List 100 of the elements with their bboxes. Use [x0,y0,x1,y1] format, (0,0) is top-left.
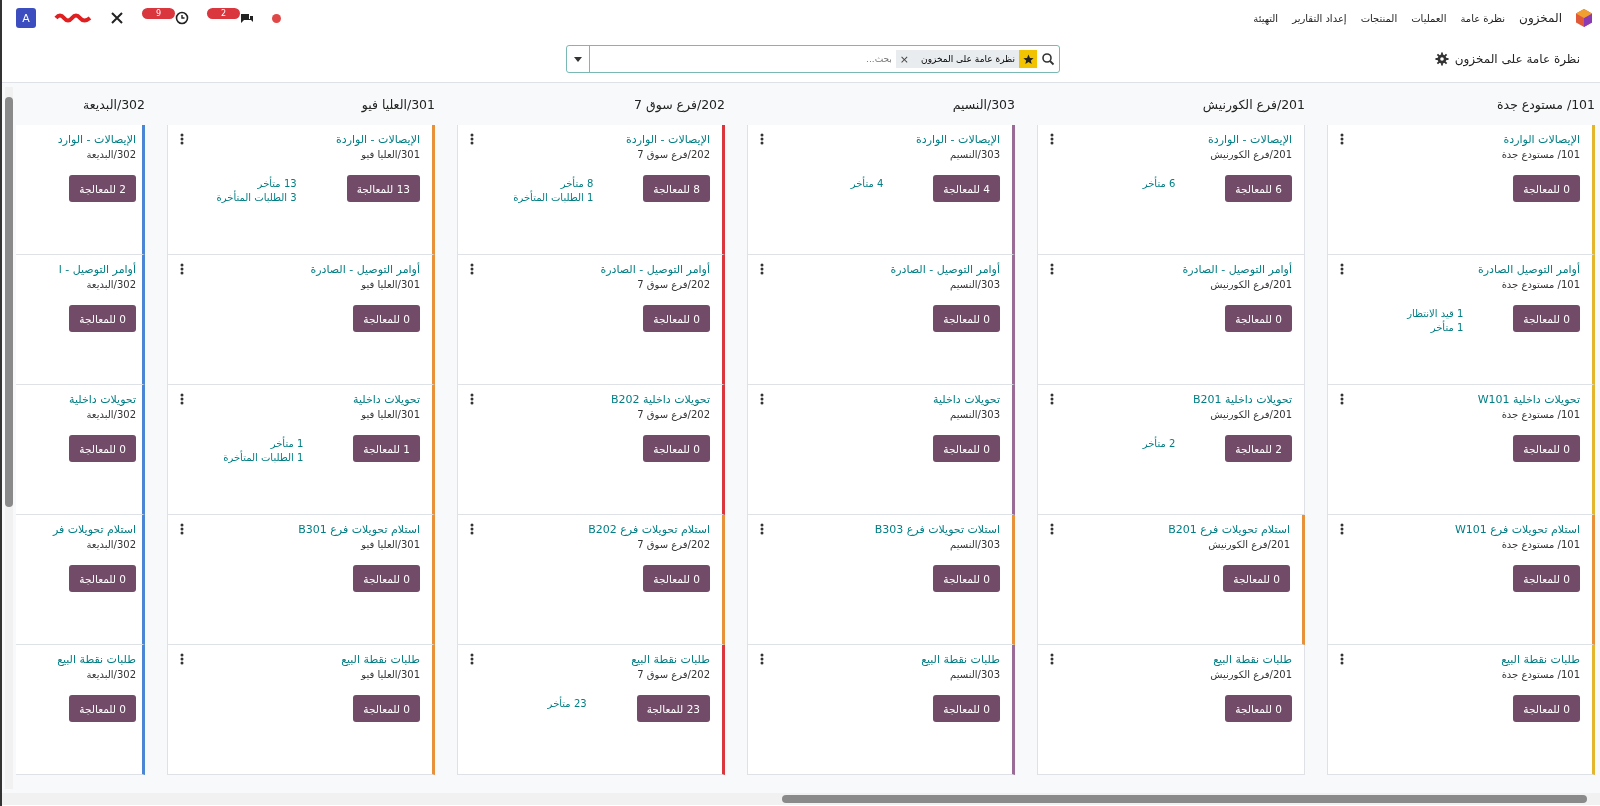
operation-title[interactable]: طلبات نقطة البيع [631,653,710,666]
to-process-button[interactable]: 23 للمعالجة [636,695,710,722]
operation-title[interactable]: الإيصالات - الواردة [916,133,1000,146]
operation-title[interactable]: أوامر التوصيل - الصادرة [600,263,710,276]
to-process-button[interactable]: 6 للمعالجة [1225,175,1292,202]
status-link[interactable]: 4 متأخر [850,178,884,189]
operation-title[interactable]: استلام تحويلات فر [52,523,136,536]
kebab-menu-icon[interactable] [180,653,184,665]
user-avatar[interactable]: A [16,8,36,28]
to-process-button[interactable]: 0 للمعالجة [69,695,136,722]
operation-title[interactable]: تحويلات داخلية B201 [1193,393,1292,406]
kebab-menu-icon[interactable] [470,523,474,535]
menu-item[interactable]: المنتجات [1360,12,1398,24]
to-process-button[interactable]: 0 للمعالجة [1513,565,1580,592]
kebab-menu-icon[interactable] [470,393,474,405]
close-icon[interactable]: × [899,52,910,66]
kebab-menu-icon[interactable] [1050,263,1054,275]
operation-title[interactable]: طلبات نقطة البيع [341,653,420,666]
to-process-button[interactable]: 0 للمعالجة [353,695,420,722]
menu-item[interactable]: إعداد التقارير [1292,12,1347,24]
operation-title[interactable]: استلام تحويلات فرع B301 [298,523,420,536]
clock-icon[interactable] [175,11,190,25]
kebab-menu-icon[interactable] [470,653,474,665]
to-process-button[interactable]: 13 للمعالجة [346,175,420,202]
search-icon[interactable] [1041,52,1055,66]
to-process-button[interactable]: 0 للمعالجة [1513,305,1580,332]
search-field[interactable]: نظرة عامة على المخزون × بحث... [566,45,1060,73]
to-process-button[interactable]: 0 للمعالجة [933,305,1000,332]
kebab-menu-icon[interactable] [180,393,184,405]
search-input[interactable]: بحث... [590,54,896,64]
menu-item[interactable]: التهيئة [1253,12,1279,24]
kebab-menu-icon[interactable] [760,393,764,405]
kebab-menu-icon[interactable] [1340,523,1344,535]
operation-title[interactable]: الإيصالات - الواردة [1208,133,1292,146]
kebab-menu-icon[interactable] [760,653,764,665]
operation-title[interactable]: طلبات نقطة البيع [921,653,1000,666]
status-link[interactable]: 1 الطلبات المتأخرة [513,192,594,203]
to-process-button[interactable]: 1 للمعالجة [353,435,420,462]
kebab-menu-icon[interactable] [1050,393,1054,405]
to-process-button[interactable]: 0 للمعالجة [69,435,136,462]
to-process-button[interactable]: 0 للمعالجة [643,305,710,332]
kebab-menu-icon[interactable] [1340,263,1344,275]
status-link[interactable]: 1 الطلبات المتأخرة [223,452,304,463]
kebab-menu-icon[interactable] [1050,133,1054,145]
status-link[interactable]: 1 متأخر [223,438,304,449]
status-link[interactable]: 1 متأخر [1407,322,1464,333]
operation-title[interactable]: أوامر التوصيل - الصادرة [310,263,420,276]
kebab-menu-icon[interactable] [180,133,184,145]
kebab-menu-icon[interactable] [470,133,474,145]
to-process-button[interactable]: 0 للمعالجة [933,435,1000,462]
kebab-menu-icon[interactable] [180,523,184,535]
operation-title[interactable]: الإيصالات - الوارد [57,133,136,146]
menu-item[interactable]: العمليات [1411,12,1447,24]
kebab-menu-icon[interactable] [1340,133,1344,145]
status-link[interactable]: 23 متأخر [547,698,587,709]
operation-title[interactable]: طلبات نقطة البيع [1210,653,1292,666]
to-process-button[interactable]: 0 للمعالجة [643,435,710,462]
app-logo-icon[interactable] [1576,9,1592,27]
operation-title[interactable]: استلات تحويلات فرع B303 [874,523,1000,536]
to-process-button[interactable]: 8 للمعالجة [643,175,710,202]
operation-title[interactable]: استلام تحويلات فرع B202 [588,523,710,536]
vertical-scrollbar[interactable] [5,87,13,789]
chat-icon[interactable] [240,11,255,25]
to-process-button[interactable]: 4 للمعالجة [933,175,1000,202]
kebab-menu-icon[interactable] [760,133,764,145]
operation-title[interactable]: تحويلات داخلية [69,393,136,406]
to-process-button[interactable]: 0 للمعالجة [353,565,420,592]
to-process-button[interactable]: 0 للمعالجة [353,305,420,332]
to-process-button[interactable]: 0 للمعالجة [933,695,1000,722]
status-link[interactable]: 8 متأخر [513,178,594,189]
app-name[interactable]: المخزون [1519,11,1562,25]
operation-title[interactable]: استلام تحويلات فرع B201 [1168,523,1290,536]
to-process-button[interactable]: 0 للمعالجة [1225,695,1292,722]
kebab-menu-icon[interactable] [760,263,764,275]
operation-title[interactable]: أوامر التوصيل - الصادرة [1182,263,1292,276]
operation-title[interactable]: طلبات نقطة البيع [57,653,136,666]
status-link[interactable]: 3 الطلبات المتأخرة [216,192,297,203]
kebab-menu-icon[interactable] [1050,653,1054,665]
to-process-button[interactable]: 0 للمعالجة [69,305,136,332]
operation-title[interactable]: تحويلات داخلية B202 [611,393,710,406]
kebab-menu-icon[interactable] [1050,523,1054,535]
kebab-menu-icon[interactable] [470,263,474,275]
to-process-button[interactable]: 0 للمعالجة [69,565,136,592]
operation-title[interactable]: طلبات نقطة البيع [1501,653,1580,666]
operation-title[interactable]: الإيصالات - الواردة [626,133,710,146]
operation-title[interactable]: أوامر التوصيل - الصادرة [890,263,1000,276]
to-process-button[interactable]: 0 للمعالجة [1513,695,1580,722]
operation-title[interactable]: الإيصالات الواردة [1501,133,1580,146]
to-process-button[interactable]: 0 للمعالجة [1223,565,1290,592]
to-process-button[interactable]: 2 للمعالجة [69,175,136,202]
operation-title[interactable]: استلام تحويلات فرع W101 [1454,523,1580,536]
kebab-menu-icon[interactable] [1340,653,1344,665]
kebab-menu-icon[interactable] [760,523,764,535]
settings-icon[interactable] [1434,52,1449,66]
status-link[interactable]: 13 متأخر [216,178,297,189]
operation-title[interactable]: تحويلات داخلية [353,393,420,406]
operation-title[interactable]: أوامر التوصيل - ا [58,263,136,276]
kebab-menu-icon[interactable] [1340,393,1344,405]
to-process-button[interactable]: 0 للمعالجة [1513,435,1580,462]
caret-icon[interactable] [574,56,582,62]
